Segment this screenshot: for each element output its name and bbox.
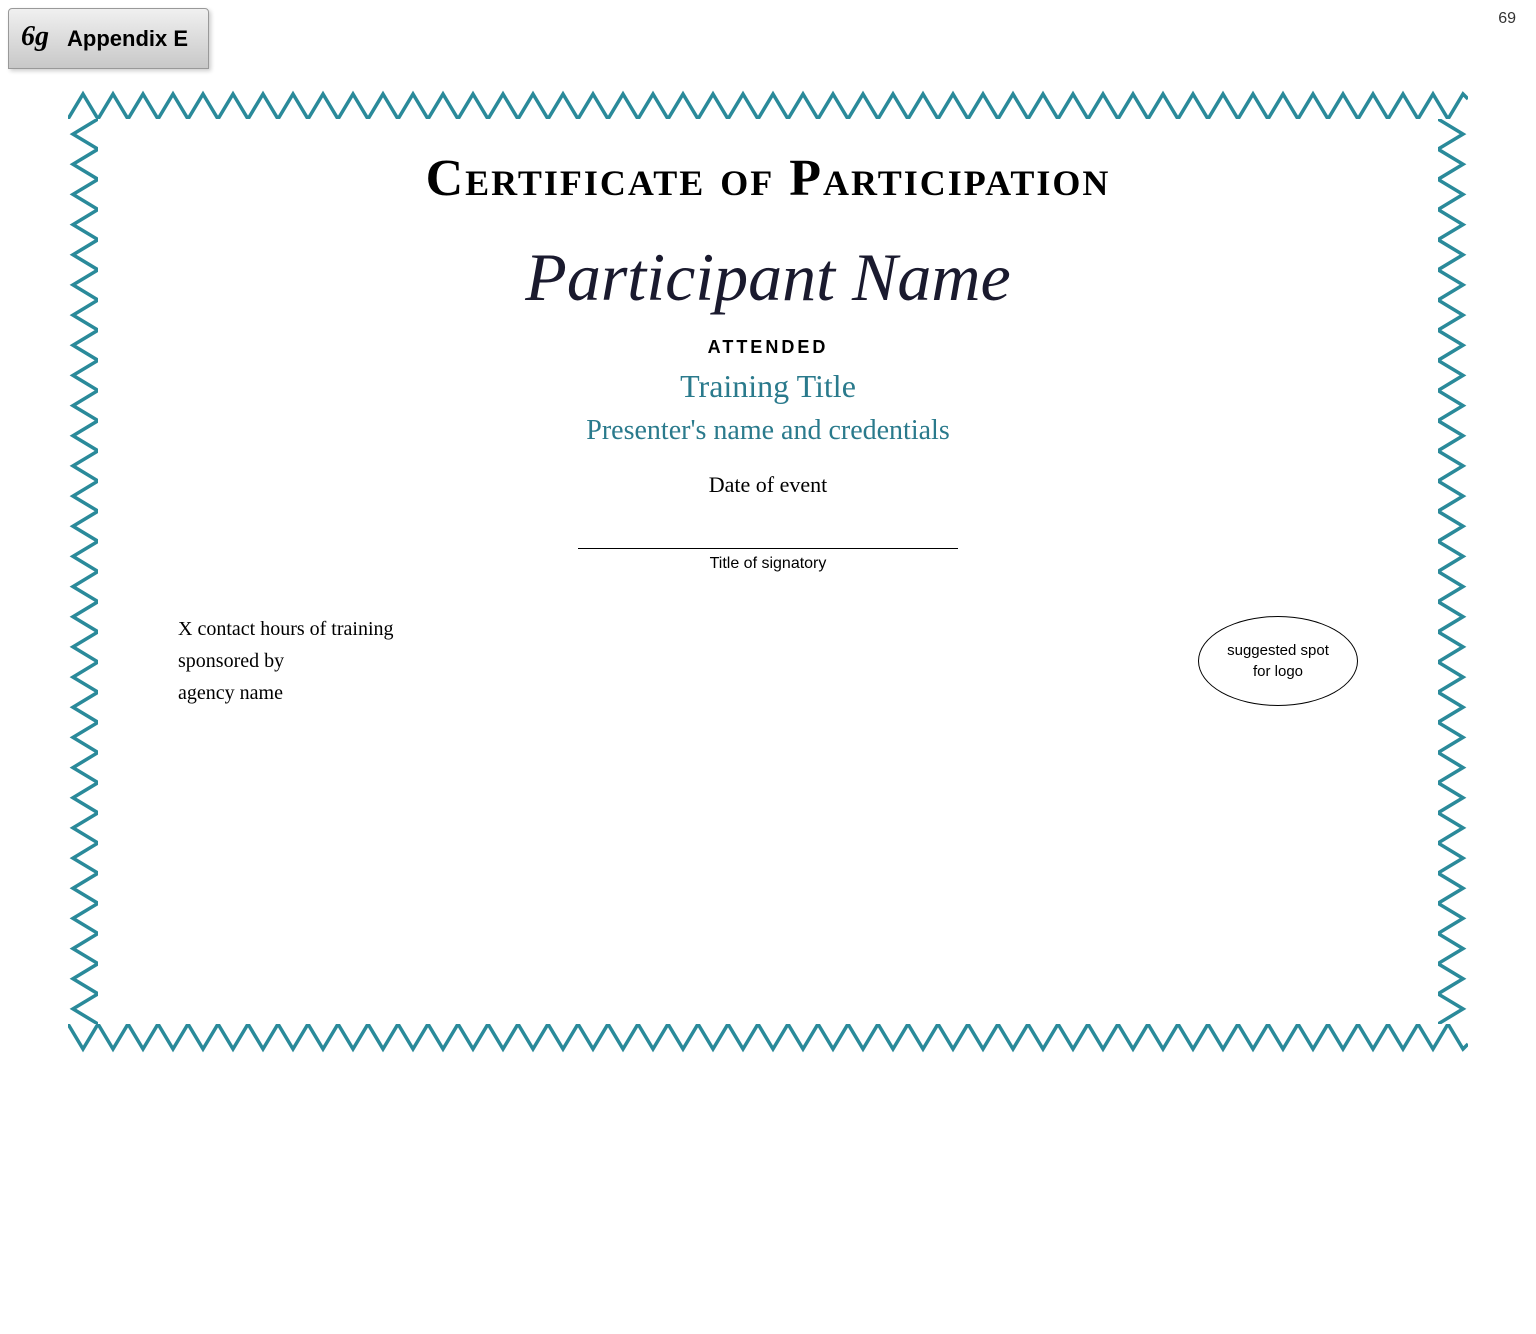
svg-text:6g: 6g — [21, 21, 49, 52]
contact-hours-line1: X contact hours of training — [178, 618, 394, 640]
bottom-section: X contact hours of training sponsored by… — [158, 613, 1378, 709]
attended-label: ATTENDED — [158, 337, 1378, 358]
border-top — [68, 89, 1468, 119]
certificate-wrapper: Certificate of Participation Participant… — [0, 69, 1536, 1094]
certificate-title: Certificate of Participation — [158, 149, 1378, 208]
signature-line — [578, 548, 958, 549]
page-number: 69 — [1498, 10, 1516, 28]
signature-section: Title of signatory — [158, 548, 1378, 573]
appendix-title: Appendix E — [67, 26, 188, 52]
signatory-title: Title of signatory — [710, 555, 827, 573]
border-right — [1438, 119, 1468, 1024]
appendix-icon: 6g — [21, 17, 57, 60]
date-of-event: Date of event — [158, 472, 1378, 498]
certificate-content: Certificate of Participation Participant… — [98, 119, 1438, 1024]
logo-spot-text: suggested spot for logo — [1227, 640, 1329, 682]
contact-hours-line2: sponsored by — [178, 650, 284, 672]
logo-spot: suggested spot for logo — [1198, 616, 1358, 706]
certificate-outer: Certificate of Participation Participant… — [68, 89, 1468, 1054]
participant-name: Participant Name — [158, 238, 1378, 317]
presenter-info: Presenter's name and credentials — [158, 415, 1378, 447]
training-title: Training Title — [158, 368, 1378, 405]
contact-hours: X contact hours of training sponsored by… — [178, 613, 394, 709]
border-bottom — [68, 1024, 1468, 1054]
appendix-header-tab: 6g Appendix E — [8, 8, 209, 69]
certificate-sides: Certificate of Participation Participant… — [68, 119, 1468, 1024]
border-left — [68, 119, 98, 1024]
writing-icon: 6g — [21, 17, 57, 53]
contact-hours-line3: agency name — [178, 682, 283, 704]
